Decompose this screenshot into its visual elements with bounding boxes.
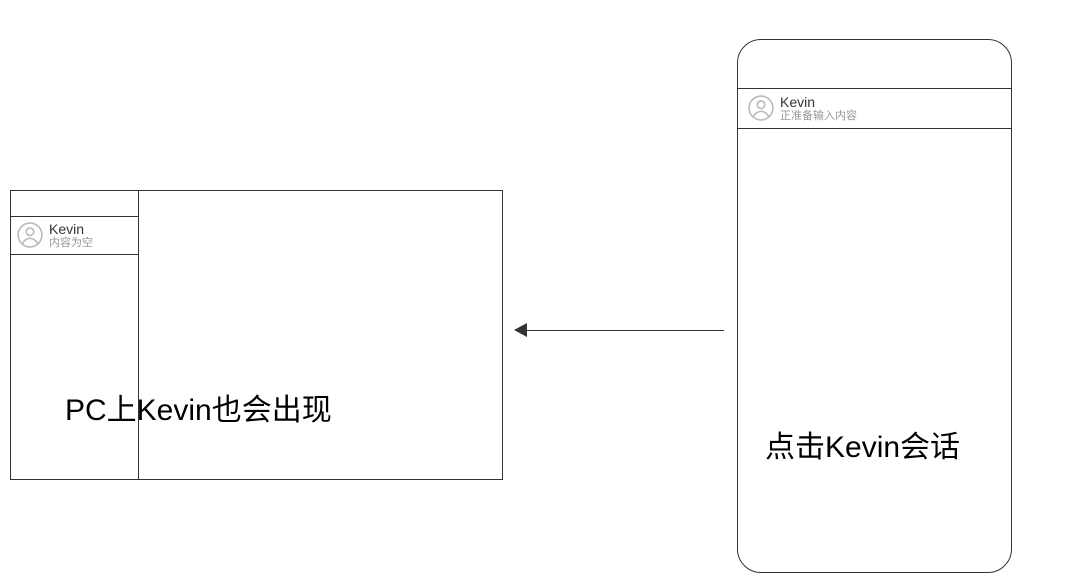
pc-window: Kevin 内容为空 <box>10 190 503 480</box>
chat-name: Kevin <box>49 221 93 237</box>
arrow-head-icon <box>514 323 527 337</box>
mobile-chat-item-kevin[interactable]: Kevin 正准备输入内容 <box>738 88 1011 129</box>
pc-sidebar: Kevin 内容为空 <box>11 191 139 479</box>
chat-text: Kevin 正准备输入内容 <box>780 94 857 123</box>
arrow-line <box>524 330 724 331</box>
pc-chat-item-kevin[interactable]: Kevin 内容为空 <box>10 216 139 255</box>
mobile-window: Kevin 正准备输入内容 <box>737 39 1012 573</box>
user-avatar-icon <box>748 95 774 121</box>
chat-status: 正准备输入内容 <box>780 110 857 123</box>
chat-text: Kevin 内容为空 <box>49 221 93 250</box>
pc-caption: PC上Kevin也会出现 <box>65 385 332 429</box>
flow-arrow <box>514 320 724 340</box>
pc-main-panel <box>139 191 502 479</box>
user-avatar-icon <box>17 222 43 248</box>
chat-status: 内容为空 <box>49 237 93 250</box>
mobile-caption: 点击Kevin会话 <box>765 422 960 466</box>
chat-name: Kevin <box>780 94 857 110</box>
